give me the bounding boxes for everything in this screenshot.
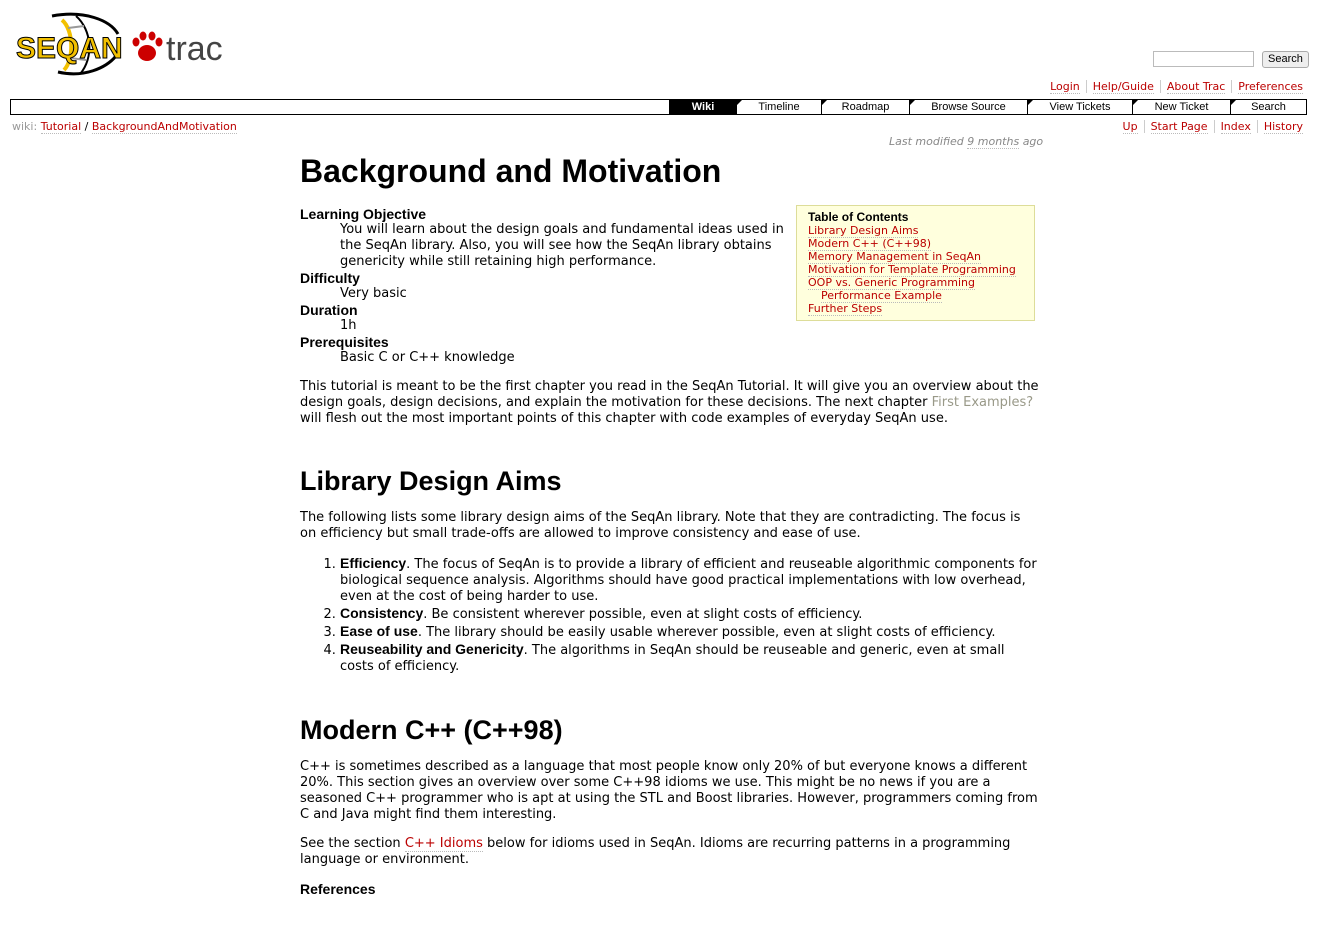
tab-view-tickets[interactable]: View Tickets bbox=[1027, 100, 1132, 114]
tutorial-info: Learning Objective You will learn about … bbox=[300, 206, 790, 366]
search-button[interactable]: Search bbox=[1262, 51, 1309, 68]
references-heading: References bbox=[300, 881, 376, 897]
last-modified-prefix: Last modified bbox=[889, 135, 964, 148]
index-link[interactable]: Index bbox=[1220, 120, 1251, 134]
cpp-idioms-link[interactable]: C++ Idioms bbox=[404, 836, 483, 852]
breadcrumb-prefix: wiki: bbox=[12, 120, 38, 133]
list-item: Efficiency. The focus of SeqAn is to pro… bbox=[340, 555, 1040, 605]
definition-term: Learning Objective bbox=[300, 206, 427, 222]
history-link[interactable]: History bbox=[1263, 120, 1303, 134]
wiki-content: Background and Motivation Learning Objec… bbox=[300, 148, 1040, 897]
tab-timeline[interactable]: Timeline bbox=[736, 100, 821, 114]
aim-text: . Be consistent wherever possible, even … bbox=[423, 607, 863, 622]
aim-name: Efficiency bbox=[340, 555, 407, 571]
about-trac-link[interactable]: About Trac bbox=[1166, 80, 1226, 94]
main-navigation: Wiki Timeline Roadmap Browse Source View… bbox=[10, 99, 1307, 115]
tab-wiki[interactable]: Wiki bbox=[669, 100, 736, 114]
definition-desc: Very basic bbox=[340, 286, 407, 301]
intro-text-end: will flesh out the most important points… bbox=[300, 411, 948, 426]
start-page-link[interactable]: Start Page bbox=[1150, 120, 1208, 134]
tab-search[interactable]: Search bbox=[1230, 100, 1306, 114]
section2-text: See the section bbox=[300, 836, 405, 851]
search-input[interactable] bbox=[1153, 51, 1254, 67]
help-guide-link[interactable]: Help/Guide bbox=[1092, 80, 1154, 94]
tab-roadmap[interactable]: Roadmap bbox=[821, 100, 909, 114]
list-item: Ease of use. The library should be easil… bbox=[340, 623, 1040, 641]
meta-navigation: Login Help/Guide About Trac Preferences bbox=[1044, 80, 1309, 94]
section2-paragraph2: See the section C++ Idioms below for idi… bbox=[300, 836, 1040, 868]
aim-name: Ease of use bbox=[340, 623, 418, 639]
paw-icon bbox=[132, 31, 163, 61]
logo-seqan-text: SEQAN bbox=[16, 32, 123, 65]
design-aims-list: Efficiency. The focus of SeqAn is to pro… bbox=[300, 555, 1040, 675]
last-modified-suffix: ago bbox=[1022, 135, 1044, 148]
definition-desc: 1h bbox=[340, 318, 357, 333]
login-link[interactable]: Login bbox=[1050, 80, 1080, 94]
preferences-link[interactable]: Preferences bbox=[1238, 80, 1303, 94]
breadcrumb: wiki: Tutorial / BackgroundAndMotivation bbox=[12, 120, 237, 134]
tab-new-ticket[interactable]: New Ticket bbox=[1132, 100, 1230, 114]
section-modern-cpp: Modern C++ (C++98) bbox=[300, 715, 563, 745]
section-library-design-aims: Library Design Aims bbox=[300, 466, 562, 496]
context-navigation: Up Start Page Index History bbox=[1117, 120, 1309, 134]
definition-term: Prerequisites bbox=[300, 334, 389, 350]
last-modified: Last modified 9 months ago bbox=[889, 135, 1044, 149]
seqan-trac-logo[interactable]: SEQAN trac bbox=[14, 10, 229, 80]
logo-trac-text: trac bbox=[166, 30, 223, 68]
definition-term: Duration bbox=[300, 302, 358, 318]
definition-term: Difficulty bbox=[300, 270, 360, 286]
last-modified-age[interactable]: 9 months bbox=[967, 135, 1020, 149]
aim-name: Reuseability and Genericity bbox=[340, 641, 524, 657]
first-examples-link[interactable]: First Examples? bbox=[932, 395, 1034, 410]
up-link[interactable]: Up bbox=[1122, 120, 1138, 134]
aim-name: Consistency bbox=[340, 605, 424, 621]
definition-desc: You will learn about the design goals an… bbox=[340, 222, 784, 269]
breadcrumb-tutorial[interactable]: Tutorial bbox=[40, 120, 82, 134]
list-item: Consistency. Be consistent wherever poss… bbox=[340, 605, 1040, 623]
tab-browse-source[interactable]: Browse Source bbox=[909, 100, 1027, 114]
intro-paragraph: This tutorial is meant to be the first c… bbox=[300, 379, 1040, 427]
aim-text: . The library should be easily usable wh… bbox=[417, 625, 996, 640]
aim-text: . The focus of SeqAn is to provide a lib… bbox=[340, 557, 1037, 604]
section1-text: The following lists some library design … bbox=[300, 510, 1021, 541]
definition-desc: Basic C or C++ knowledge bbox=[340, 350, 515, 365]
section2-paragraph1: C++ is sometimes described as a language… bbox=[300, 759, 1038, 822]
page-title: Background and Motivation bbox=[300, 153, 722, 189]
breadcrumb-separator: / bbox=[84, 120, 89, 133]
breadcrumb-current[interactable]: BackgroundAndMotivation bbox=[91, 120, 237, 134]
list-item: Reuseability and Genericity. The algorit… bbox=[340, 641, 1040, 675]
intro-text: This tutorial is meant to be the first c… bbox=[300, 379, 1039, 410]
